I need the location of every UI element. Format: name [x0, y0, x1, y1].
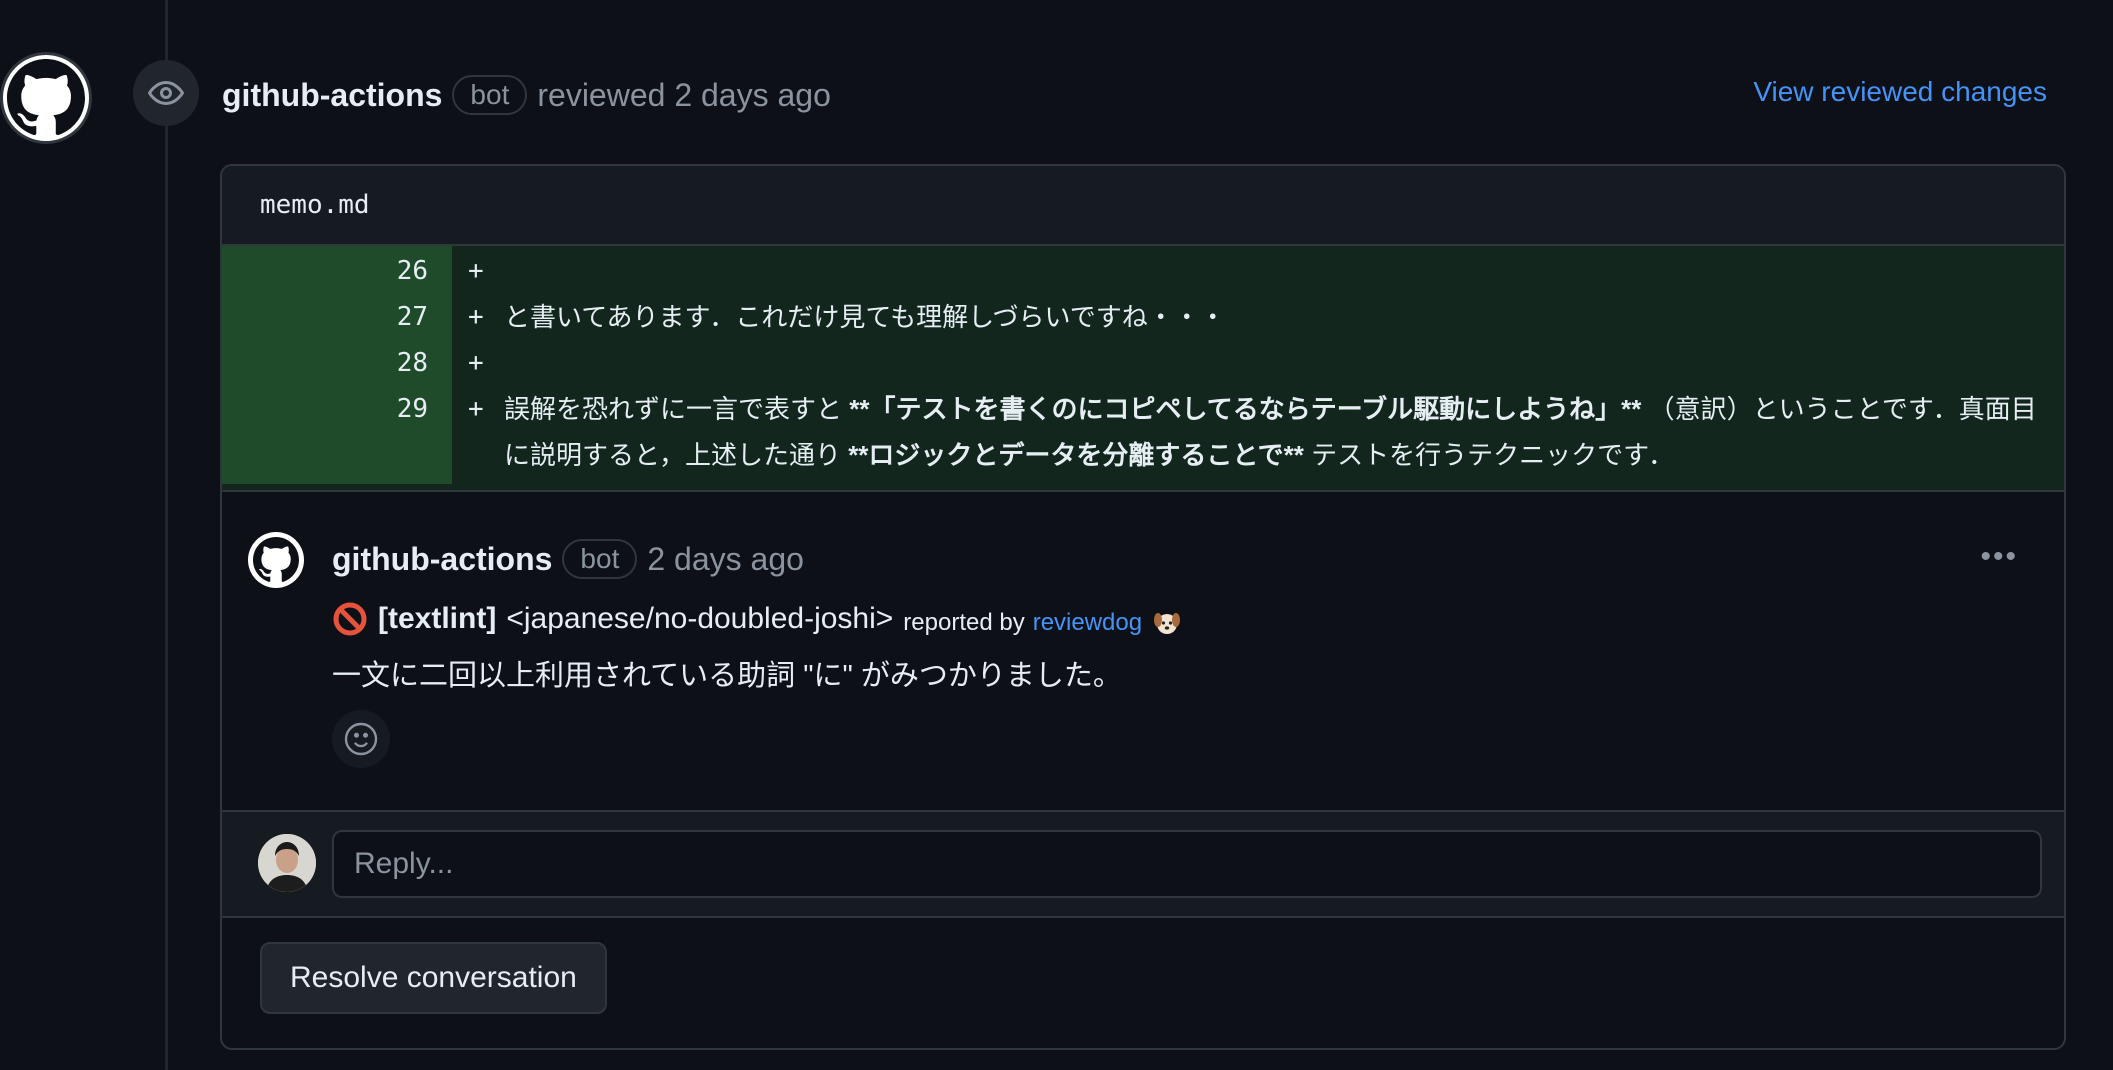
diff-code: +: [452, 246, 2064, 294]
code-text: 誤解を恐れずに一言で表すと **「テストを書くのにコピペしてるならテーブル駆動に…: [504, 386, 2044, 484]
file-header: memo.md: [222, 166, 2064, 246]
comment-message: 一文に二回以上利用されている助詞 "に" がみつかりました。: [332, 660, 1122, 692]
review-header: github-actions bot reviewed 2 days ago: [222, 72, 831, 118]
bot-label: bot: [562, 539, 638, 579]
reviewdog-link[interactable]: reviewdog: [1033, 609, 1142, 637]
reported-by-text: reported by: [903, 609, 1025, 636]
smiley-icon: [344, 722, 378, 756]
addition-marker: +: [468, 394, 484, 424]
review-event-badge: [133, 60, 199, 126]
diff-line: 28 +: [222, 340, 2064, 386]
line-number: 26: [222, 246, 452, 294]
diff-code: + 誤解を恐れずに一言で表すと **「テストを書くのにコピペしてるならテーブル駆…: [452, 386, 2064, 484]
line-number: 28: [222, 340, 452, 386]
line-number: 29: [222, 386, 452, 484]
comment-timestamp[interactable]: 2 days ago: [647, 541, 804, 578]
lint-rule: <japanese/no-doubled-joshi>: [506, 602, 894, 635]
review-comment: github-actions bot 2 days ago ••• [textl…: [222, 492, 2064, 812]
bot-label: bot: [452, 75, 528, 115]
code-segment: テストを行うテクニックです．: [1303, 440, 1675, 470]
code-segment-bold: **「テストを書くのにコピペしてるならテーブル駆動にしようね」**: [849, 394, 1642, 424]
lint-tag: [textlint]: [378, 602, 497, 635]
comment-options-button[interactable]: •••: [1980, 540, 2018, 574]
dog-face-icon: [1154, 613, 1181, 634]
no-entry-icon: [333, 602, 367, 636]
eye-icon: [148, 80, 184, 106]
user-avatar-icon: [258, 834, 316, 892]
view-reviewed-changes-link[interactable]: View reviewed changes: [1753, 76, 2047, 108]
file-name[interactable]: memo.md: [260, 190, 370, 220]
lint-heading: [textlint] <japanese/no-doubled-joshi> r…: [332, 600, 1182, 638]
resolve-conversation-button[interactable]: Resolve conversation: [260, 942, 607, 1014]
code-text: と書いてあります．これだけ見ても理解しづらいですね・・・: [504, 302, 1226, 332]
addition-marker: +: [468, 302, 484, 332]
add-reaction-button[interactable]: [332, 710, 390, 768]
addition-marker: +: [468, 348, 484, 378]
github-logo-icon: [7, 59, 85, 136]
diff-hunk: 26 + 27 + と書いてあります．これだけ見ても理解しづらいですね・・・ 2…: [222, 246, 2064, 492]
comment-header: github-actions bot 2 days ago: [332, 536, 804, 582]
diff-code: + と書いてあります．これだけ見ても理解しづらいですね・・・: [452, 294, 2064, 340]
diff-code: +: [452, 340, 2064, 386]
review-action-text: reviewed 2 days ago: [537, 76, 831, 113]
diff-line: 29 + 誤解を恐れずに一言で表すと **「テストを書くのにコピペしてるならテー…: [222, 386, 2064, 490]
diff-line: 27 + と書いてあります．これだけ見ても理解しづらいですね・・・: [222, 294, 2064, 340]
reply-row: [222, 812, 2064, 918]
review-author-link[interactable]: github-actions: [222, 77, 442, 114]
current-user-avatar[interactable]: [258, 834, 316, 892]
addition-marker: +: [468, 256, 484, 286]
timeline-line: [165, 0, 168, 1070]
diff-line: 26 +: [222, 246, 2064, 294]
code-segment-bold: **ロジックとデータを分離することで**: [848, 440, 1304, 470]
review-thread: memo.md 26 + 27 + と書いてあります．これだけ見ても理解しづらい…: [220, 164, 2066, 1050]
comment-author-avatar[interactable]: [248, 532, 304, 588]
code-segment: 誤解を恐れずに一言で表すと: [504, 394, 850, 424]
comment-author-link[interactable]: github-actions: [332, 541, 552, 578]
reply-input[interactable]: [332, 830, 2042, 898]
line-number: 27: [222, 294, 452, 340]
github-actions-avatar[interactable]: [0, 52, 92, 144]
github-logo-icon: [253, 537, 299, 582]
